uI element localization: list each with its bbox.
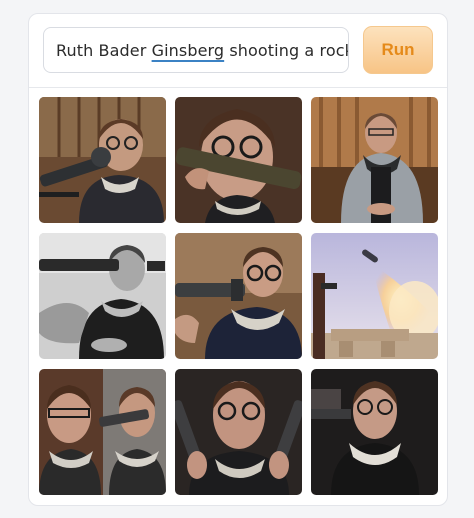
prompt-text-part-1: Ruth Bader <box>56 40 152 60</box>
generated-image-9[interactable] <box>311 369 438 495</box>
generator-card: Ruth Bader Ginsberg shooting a rocket pr… <box>28 13 448 506</box>
generated-image-5-picture <box>175 233 302 359</box>
generated-image-8-picture <box>175 369 302 495</box>
prompt-text: Ruth Bader Ginsberg shooting a rocket pr… <box>56 40 348 60</box>
prompt-input[interactable]: Ruth Bader Ginsberg shooting a rocket pr… <box>43 27 349 73</box>
generated-image-2-picture <box>175 97 302 223</box>
generated-image-7[interactable] <box>39 369 166 495</box>
generated-image-7-picture <box>39 369 166 495</box>
generated-image-1-picture <box>39 97 166 223</box>
generated-image-6-picture <box>311 233 438 359</box>
generated-image-3-picture <box>311 97 438 223</box>
prompt-text-misspelled-word: Ginsberg <box>151 40 225 60</box>
generated-image-8[interactable] <box>175 369 302 495</box>
generated-image-2[interactable] <box>175 97 302 223</box>
image-gallery <box>39 97 439 497</box>
prompt-text-part-2: shooting a rocket pro <box>229 40 348 60</box>
generated-image-9-picture <box>311 369 438 495</box>
generated-image-4-picture <box>39 233 166 359</box>
generated-image-3[interactable] <box>311 97 438 223</box>
prompt-row: Ruth Bader Ginsberg shooting a rocket pr… <box>29 14 447 88</box>
generated-image-6[interactable] <box>311 233 438 359</box>
generated-image-4[interactable] <box>39 233 166 359</box>
generated-image-1[interactable] <box>39 97 166 223</box>
run-button[interactable]: Run <box>363 26 433 74</box>
generated-image-5[interactable] <box>175 233 302 359</box>
